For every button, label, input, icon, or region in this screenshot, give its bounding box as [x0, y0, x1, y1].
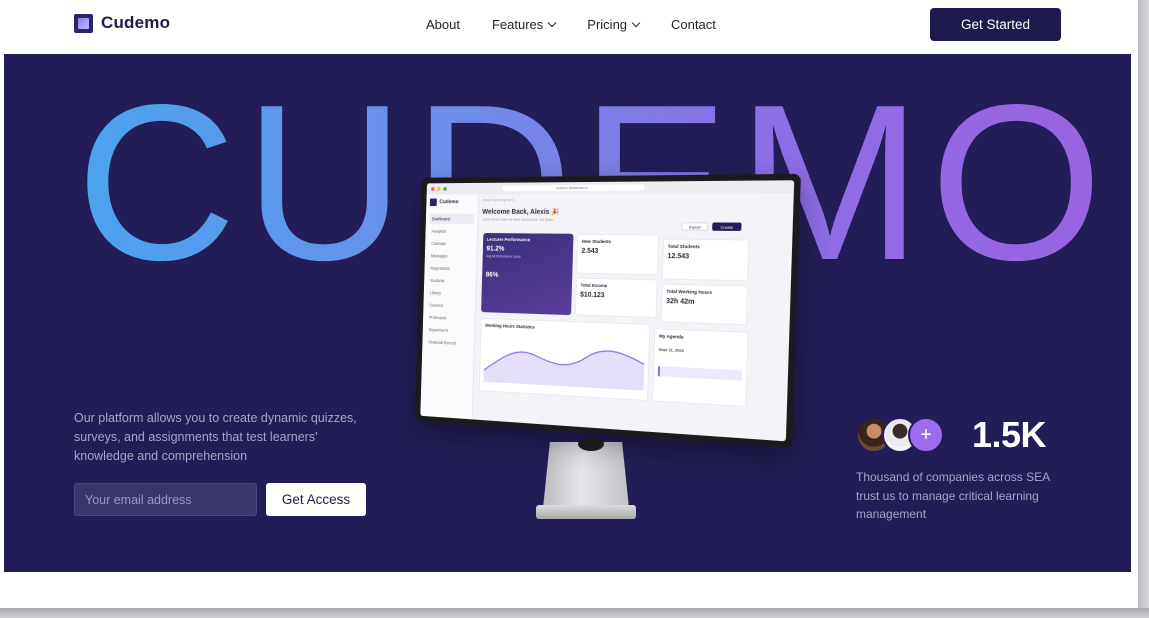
- sidebar-item-library: Library: [429, 290, 442, 296]
- my-agenda-title: My Agenda: [658, 333, 684, 340]
- plus-icon: +: [908, 417, 944, 453]
- nav-contact[interactable]: Contact: [671, 17, 716, 32]
- dashboard-welcome: Welcome Back, Alexis 🎉: [482, 208, 560, 216]
- nav-features-label: Features: [491, 17, 544, 32]
- monitor-stand-hole: [578, 437, 604, 451]
- dashboard-brand: Cudemo: [429, 198, 475, 207]
- new-students-title: New Students: [581, 238, 612, 245]
- window-shadow-bottom: [0, 608, 1149, 618]
- nav-pricing[interactable]: Pricing: [587, 17, 641, 32]
- total-income-title: Total Income: [580, 282, 608, 289]
- lecturer-performance-value: 91.2%: [486, 245, 505, 253]
- lecturer-performance-sub: Avg All Performance Score: [486, 254, 521, 259]
- total-working-hours-title: Total Working Hours: [666, 288, 713, 296]
- hero-description: Our platform allows you to create dynami…: [74, 411, 357, 463]
- my-agenda-date: Sept 11, 2023: [658, 346, 685, 353]
- total-students-value: 12.543: [667, 252, 690, 261]
- dashboard-welcome-sub: Lorem ipsum dolor sit amet consectetur. …: [481, 217, 555, 222]
- monitor-bezel: cudemo.dashboard.io Cudemo Dashboard Ana…: [415, 173, 801, 449]
- working-hours-chart: [484, 328, 646, 391]
- new-students-value: 2.543: [581, 247, 599, 256]
- sidebar-item-calendar: Calendar: [431, 241, 447, 247]
- chevron-down-icon: [548, 18, 557, 28]
- sidebar-item-professors: Professors: [429, 315, 447, 321]
- sidebar-item-registration: Registration: [430, 265, 451, 271]
- my-agenda-card: My Agenda Sept 11, 2023: [652, 328, 749, 408]
- total-students-card: Total Students 12.543: [661, 238, 750, 282]
- dashboard-search: Search anything here...: [482, 198, 517, 203]
- close-dot-icon: [431, 187, 435, 191]
- sidebar-item-analytics: Analytics: [431, 228, 447, 234]
- nav-contact-label: Contact: [671, 17, 716, 32]
- brand-name: Cudemo: [101, 13, 171, 32]
- monitor-mockup: cudemo.dashboard.io Cudemo Dashboard Ana…: [415, 173, 801, 461]
- sidebar-item-department: Department: [428, 327, 448, 333]
- total-working-hours-card: Total Working Hours 32h 42m: [660, 283, 749, 326]
- sidebar-item-students: Students: [430, 278, 445, 284]
- url-bar: cudemo.dashboard.io: [502, 184, 645, 192]
- customer-count: 1.5K: [972, 414, 1047, 455]
- create-button: Create: [712, 222, 742, 231]
- nav-pricing-label: Pricing: [587, 17, 628, 32]
- logo-icon: [74, 13, 93, 33]
- lecturer-performance-title: Lecturer Performance: [486, 236, 531, 243]
- working-hours-statistics-card: Working Hours Statistics: [478, 317, 651, 402]
- sidebar-item-courses: Courses: [429, 302, 444, 308]
- brand-logo[interactable]: Cudemo: [74, 13, 170, 33]
- dashboard-main: Search anything here... Welcome Back, Al…: [476, 197, 789, 439]
- navbar: Cudemo About Features Pricing Contact Ge…: [0, 0, 1138, 52]
- customer-avatars: +: [856, 417, 944, 453]
- minimize-dot-icon: [437, 187, 441, 191]
- nav-about-label: About: [426, 17, 460, 32]
- agenda-event: [657, 366, 743, 381]
- chevron-down-icon: [631, 18, 641, 28]
- browser-toolbar: cudemo.dashboard.io: [426, 180, 795, 195]
- maximize-dot-icon: [443, 187, 447, 191]
- main-menu: About Features Pricing Contact: [426, 17, 716, 32]
- get-access-button[interactable]: Get Access: [266, 483, 366, 516]
- total-income-card: Total Income $10.123: [574, 277, 658, 319]
- lecturer-performance-secondary: 86%: [485, 271, 499, 279]
- nav-features[interactable]: Features: [491, 17, 557, 32]
- total-income-value: $10.123: [580, 291, 605, 300]
- sidebar-item-dashboard: Dashboard: [429, 213, 475, 225]
- export-button: Export: [681, 222, 709, 231]
- sidebar-item-messages: Messages: [430, 253, 448, 259]
- monitor-stand-neck: [543, 442, 629, 508]
- logo-icon: [429, 198, 437, 207]
- monitor-stand-base: [536, 505, 636, 519]
- get-started-button[interactable]: Get Started: [930, 8, 1061, 41]
- lecturer-performance-card: Lecturer Performance 91.2% Avg All Perfo…: [481, 233, 574, 316]
- customer-count-description: Thousand of companies across SEA trust u…: [856, 470, 1050, 521]
- sidebar-item-financial-record: Financial Record: [428, 339, 456, 346]
- email-input[interactable]: Your email address: [74, 483, 257, 516]
- window-shadow-right: [1138, 0, 1149, 618]
- dashboard-brand-name: Cudemo: [439, 199, 459, 206]
- nav-about[interactable]: About: [426, 17, 460, 32]
- dashboard-screen: cudemo.dashboard.io Cudemo Dashboard Ana…: [420, 180, 795, 442]
- total-students-title: Total Students: [667, 243, 700, 250]
- new-students-card: New Students 2.543: [576, 233, 660, 276]
- dashboard-sidebar: Cudemo Dashboard Analytics Calendar Mess…: [420, 194, 480, 420]
- total-working-hours-value: 32h 42m: [665, 297, 695, 306]
